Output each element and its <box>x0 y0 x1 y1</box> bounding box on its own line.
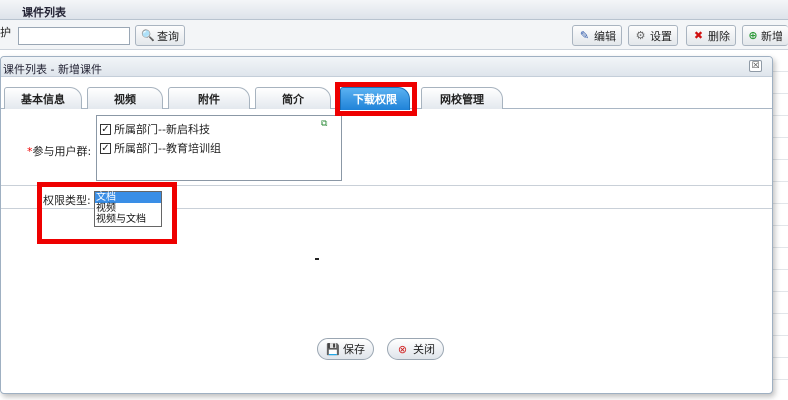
gear-icon: ⚙ <box>635 29 646 42</box>
option-video-and-document[interactable]: 视频与文档 <box>95 214 161 225</box>
left-cut-text: 护 <box>0 26 11 39</box>
permission-type-select[interactable]: 文档 视频 视频与文档 <box>94 191 162 227</box>
divider <box>177 208 772 209</box>
loading-mark <box>315 258 319 260</box>
option-video[interactable]: 视频 <box>95 203 161 214</box>
add-courseware-dialog: 课件列表 - 新增课件 ☒ 基本信息 视频 附件 简介 下载权限 网校管理 *参… <box>0 56 773 394</box>
checkbox-checked[interactable]: ✓ <box>100 123 111 135</box>
tab-bar: 基本信息 视频 附件 简介 下载权限 网校管理 <box>1 77 772 110</box>
user-group-listbox[interactable]: ✓ 所属部门--新启科技 ✓ 所属部门--教育培训组 <box>96 115 342 181</box>
dialog-title: 课件列表 - 新增课件 <box>3 63 102 76</box>
save-button[interactable]: 💾 保存 <box>317 338 374 360</box>
checkbox-checked[interactable]: ✓ <box>100 142 111 154</box>
list-title: 课件列表 <box>22 6 66 19</box>
list-item[interactable]: ✓ 所属部门--新启科技 <box>100 121 210 137</box>
add-button[interactable]: ⊕ 新增 <box>742 25 788 46</box>
delete-button[interactable]: ✖ 删除 <box>686 25 736 46</box>
tab-download-permission[interactable]: 下载权限 <box>340 87 410 110</box>
search-icon: 🔍 <box>141 29 155 42</box>
search-input[interactable] <box>18 27 130 45</box>
tab-school-management[interactable]: 网校管理 <box>421 87 503 109</box>
delete-icon: ✖ <box>693 29 704 42</box>
tab-attachment[interactable]: 附件 <box>168 87 250 109</box>
close-icon[interactable]: ☒ <box>749 60 762 72</box>
tab-video[interactable]: 视频 <box>87 87 163 109</box>
divider <box>1 208 94 209</box>
edit-button[interactable]: ✎ 编辑 <box>572 25 622 46</box>
list-item[interactable]: ✓ 所属部门--教育培训组 <box>100 140 221 156</box>
pencil-icon: ✎ <box>579 29 590 42</box>
divider <box>1 185 772 186</box>
background-header: 课件列表 <box>0 0 788 20</box>
search-button[interactable]: 🔍 查询 <box>135 25 185 46</box>
add-group-icon[interactable]: ⧉ <box>321 119 333 129</box>
close-circle-icon: ⊗ <box>397 342 408 356</box>
option-document[interactable]: 文档 <box>95 192 161 203</box>
user-group-label: *参与用户群: <box>27 145 92 158</box>
floppy-icon: 💾 <box>326 342 340 356</box>
add-icon: ⊕ <box>748 29 758 42</box>
close-button[interactable]: ⊗ 关闭 <box>387 338 444 360</box>
tab-basic-info[interactable]: 基本信息 <box>4 87 82 109</box>
permission-type-label: 权限类型: <box>43 194 91 207</box>
settings-button[interactable]: ⚙ 设置 <box>628 25 678 46</box>
tab-intro[interactable]: 简介 <box>255 87 331 109</box>
dialog-titlebar: 课件列表 - 新增课件 ☒ <box>1 57 772 77</box>
